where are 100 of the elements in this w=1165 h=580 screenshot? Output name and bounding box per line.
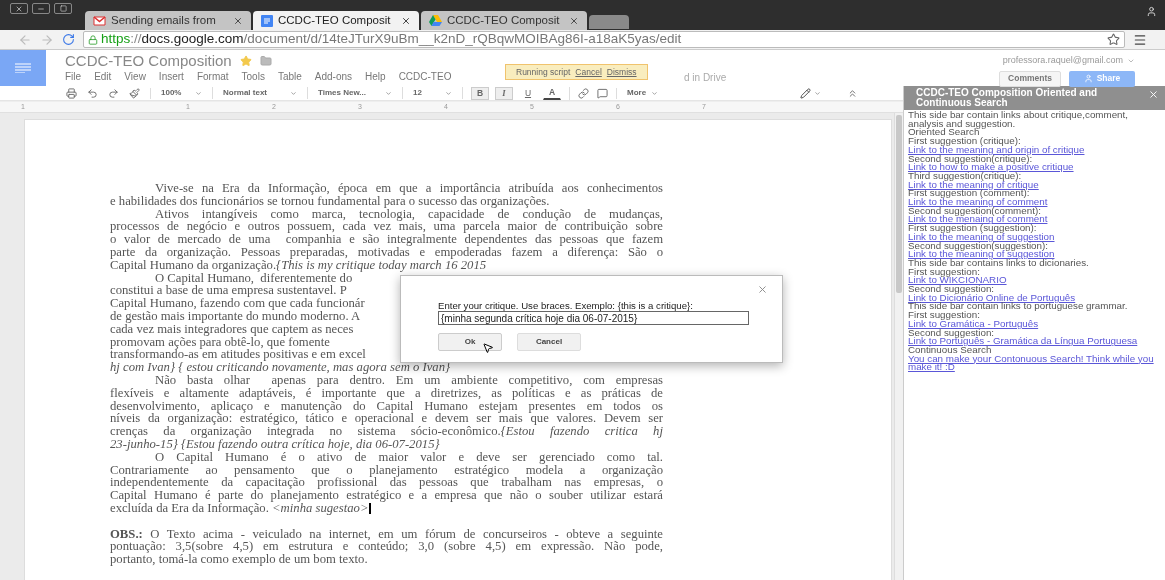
caret-icon — [290, 89, 297, 97]
pencil-icon[interactable] — [800, 87, 811, 99]
menu-item[interactable]: File — [65, 70, 82, 84]
menu-icon[interactable] — [1133, 32, 1147, 47]
print-icon[interactable] — [66, 87, 77, 99]
text-line: hj com Ivan} { estou criticando novamente, mas agora sem o Ivan} — [110, 361, 451, 374]
url-host: docs.google.com — [141, 30, 244, 49]
document-title[interactable]: CCDC-TEO Composition — [65, 52, 232, 70]
maximize-icon[interactable] — [54, 3, 72, 14]
text-line: constitui a base de uma empresa sustentavel. P — [110, 284, 347, 298]
caret-icon — [195, 89, 202, 97]
style-dropdown[interactable]: Normal text — [213, 87, 308, 99]
sidebar-link[interactable]: Link to the meaning of comment — [908, 198, 1048, 207]
link-icon[interactable] — [578, 87, 589, 99]
text-line: parte da organização. Pessoas preparadas, motivadas e empoderadas fazem a diferença: São o — [110, 246, 663, 259]
zoom-dropdown[interactable]: 100% — [151, 87, 213, 99]
mouse-pointer-icon — [482, 342, 494, 354]
browser-tab[interactable]: Sending emails from — [85, 11, 251, 30]
comments-button[interactable]: Comments — [999, 70, 1061, 87]
ok-button[interactable]: Ok — [438, 333, 502, 351]
critique-input-field[interactable]: {minha segunda crítica hoje dia 06-07-2015} — [438, 311, 749, 325]
text-line: pontuação: 3,5(sobre 4,5) em estrutura e conteúdo; 3,0 (sobre 4,5) em expressão. Não pode, — [110, 540, 663, 554]
close-icon[interactable] — [1148, 89, 1159, 100]
undo-icon[interactable] — [87, 87, 98, 99]
text-line: cada vez mais integradores que captem as neces — [110, 322, 354, 336]
sidebar-link[interactable]: Link to the meaning and origin of critique — [908, 145, 1085, 155]
menu-item[interactable]: Table — [277, 70, 302, 84]
sidebar-link[interactable]: Link to the meaning of suggestion — [908, 232, 1055, 242]
text-line: excluída da Era da Informação. <minha sugestao> — [110, 501, 369, 515]
menu-item[interactable]: View — [124, 70, 146, 84]
sidebar-text: First suggestion (suggestion): — [908, 224, 1037, 233]
sidebar-link[interactable]: Link to Português - Gramática da Língua Portuguesa — [908, 337, 1138, 346]
menu-item[interactable]: Help — [365, 70, 386, 84]
more-dropdown[interactable]: More — [617, 87, 669, 99]
text-line: Vive-se na Era da Informação, época em que a importância atribuída aos conhecimentos — [154, 182, 663, 195]
close-tab-icon[interactable] — [233, 15, 243, 26]
lock-icon — [88, 34, 98, 45]
text-line: Capital Humano, fazendo com que cada funcionár — [110, 297, 365, 310]
sidebar-link[interactable]: Link to Dicionário Online de Português — [908, 293, 1076, 303]
collapse-icon[interactable] — [847, 87, 858, 99]
font-size-dropdown[interactable]: 12 — [403, 87, 463, 99]
star-icon[interactable] — [239, 55, 252, 67]
toast-link[interactable]: Cancel — [575, 65, 602, 79]
font-dropdown[interactable]: Times New... — [308, 87, 403, 99]
menu-item[interactable]: Tools — [241, 70, 265, 84]
sidebar-text: This side bar contain links to portuguese grammar. — [908, 302, 1128, 312]
sidebar-text: Continuous Search — [908, 346, 992, 355]
close-tab-icon[interactable] — [401, 15, 411, 26]
cancel-button[interactable]: Cancel — [517, 333, 581, 351]
caret-icon[interactable] — [814, 89, 821, 97]
sidebar-link[interactable]: Link to the meaning of critique — [908, 180, 1039, 190]
bookmark-star-icon[interactable] — [1107, 33, 1120, 46]
format-button[interactable]: A — [543, 86, 561, 100]
sidebar-link[interactable]: Link to Gramática - Português — [908, 319, 1039, 329]
format-button[interactable]: U — [519, 86, 537, 100]
user-icon[interactable] — [1146, 6, 1157, 17]
sidebar-link[interactable]: Link to the meaning of suggestion — [908, 250, 1055, 259]
address-field[interactable]: https://docs.google.com/document/d/14teJTurX9uBm__k2nD_rQBqwMOIBAg86I-a18aK5yas/edit — [83, 31, 1125, 48]
text-line: o valor de mercado de uma companhia e são integralmente dependentes das pessoas que fazem — [110, 233, 663, 246]
text-line: níveis da organização: estratégico, tático e operacional e devem ser mais que valores. Devem ser — [110, 412, 663, 426]
sidebar-text: This side bar contain links about critique,comment, analysis and suggestion. — [908, 111, 1129, 129]
text-line: transformando-as em atitudes positivas e em excel — [110, 348, 366, 362]
close-icon[interactable] — [10, 3, 28, 14]
text-cursor — [369, 502, 371, 514]
close-tab-icon[interactable] — [569, 15, 579, 26]
url-scheme: https — [101, 30, 131, 49]
account-email[interactable]: professora.raquel@gmail.com — [1002, 54, 1123, 68]
text-line: O Capital Humano, diferentemente do — [154, 271, 353, 285]
sidebar-text: Second suggestion(critique): — [908, 154, 1033, 164]
browser-tab[interactable]: CCDC-TEO Composit — [421, 11, 587, 30]
sidebar-link[interactable]: Link to WIKCIONARIO — [908, 276, 1007, 286]
minimize-icon[interactable] — [32, 3, 50, 14]
close-icon[interactable] — [757, 284, 768, 295]
sidebar-title: CCDC-TEO Composition Oriented and Continuous Search — [916, 88, 1099, 108]
format-button[interactable]: B — [471, 86, 489, 100]
text-line: OBS.: O Texto acima - veiculado na internet, em um fórum de concurseiros - obteve a seguinte — [110, 527, 663, 541]
paint-format-icon[interactable] — [129, 87, 140, 99]
menu-item[interactable]: Format — [196, 70, 229, 84]
text-line: O Capital Humano é o ativo de maior valor e deve ser gerenciado como tal. — [155, 450, 663, 464]
sidebar-text: Oriented Search — [908, 128, 980, 138]
sidebar-link[interactable]: You can make your Contonuous Search! Think while you make it! :D — [908, 354, 1163, 373]
comment-icon[interactable] — [597, 87, 608, 99]
sidebar-text: This side bar contains links to dicionaries. — [908, 258, 1089, 268]
caret-icon — [385, 89, 392, 97]
format-button[interactable]: I — [495, 86, 513, 100]
browser-tab[interactable]: CCDC-TEO Composit — [253, 11, 419, 30]
caret-icon — [445, 89, 452, 97]
text-line: crenças da organização integrada no sistema sócio-econômico.{Estou fazendo critica hj — [110, 425, 663, 438]
folder-icon[interactable] — [259, 55, 272, 67]
menu-item[interactable]: Insert — [158, 70, 184, 84]
menu-item[interactable]: CCDC-TEO — [398, 70, 452, 84]
sidebar-link[interactable]: Link to how to make a positive critique — [908, 163, 1074, 172]
reload-icon[interactable] — [62, 33, 75, 46]
sidebar-link[interactable]: Link to the menaing of comment — [908, 215, 1048, 225]
text-line: 23-junho-15} {Estou fazendo outra crítica hoje, dia 06-07-2015} — [110, 437, 440, 451]
menu-item[interactable]: Add-ons — [314, 70, 353, 84]
toast-link[interactable]: Dismiss — [606, 65, 637, 79]
mail-icon — [93, 15, 106, 26]
menu-item[interactable]: Edit — [94, 70, 112, 84]
redo-icon[interactable] — [108, 87, 119, 99]
